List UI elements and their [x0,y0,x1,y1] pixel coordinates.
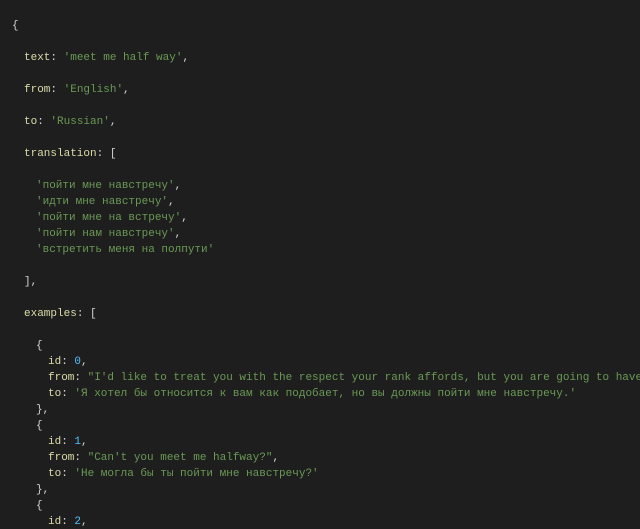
code-line: }, [0,402,640,418]
code-line: id: 2, [0,514,640,529]
object-key: to [48,388,61,400]
string-value: "I'd like to treat you with the respect … [88,372,640,384]
code-line: from: 'English', [0,82,640,98]
code-line: to: 'Russian', [0,114,640,130]
code-line: ], [0,274,640,290]
code-line: to: 'Я хотел бы относится к вам как подо… [0,386,640,402]
code-line: { [0,418,640,434]
code-line: examples: [ [0,306,640,322]
string-value: 'идти мне навстречу' [36,196,168,208]
object-key: from [48,372,74,384]
code-line: 'пойти нам навстречу', [0,226,640,242]
string-value: 'English' [64,84,123,96]
code-line: 'идти мне навстречу', [0,194,640,210]
code-line: 'пойти мне навстречу', [0,178,640,194]
code-line: { [0,18,640,34]
object-key: from [24,84,50,96]
code-line: }, [0,482,640,498]
string-value: 'meet me half way' [64,52,183,64]
string-value: 'пойти нам навстречу' [36,228,175,240]
object-key: translation [24,148,97,160]
code-line: to: 'Не могла бы ты пойти мне навстречу?… [0,466,640,482]
code-editor[interactable]: { text: 'meet me half way', from: 'Engli… [0,0,640,529]
string-value: 'Не могла бы ты пойти мне навстречу?' [74,468,318,480]
string-value: 'встретить меня на полпути' [36,244,214,256]
object-key: from [48,452,74,464]
object-key: examples [24,308,77,320]
code-line: translation: [ [0,146,640,162]
object-key: id [48,356,61,368]
object-key: to [24,116,37,128]
object-key: to [48,468,61,480]
code-line: 'встретить меня на полпути' [0,242,640,258]
string-value: 'пойти мне навстречу' [36,180,175,192]
code-line: { [0,338,640,354]
string-value: 'Я хотел бы относится к вам как подобает… [74,388,576,400]
code-line: text: 'meet me half way', [0,50,640,66]
string-value: "Can't you meet me halfway?" [88,452,273,464]
object-key: id [48,436,61,448]
object-key: text [24,52,50,64]
string-value: 'пойти мне на встречу' [36,212,181,224]
object-key: id [48,516,61,528]
code-line: { [0,498,640,514]
code-line: id: 0, [0,354,640,370]
code-line: 'пойти мне на встречу', [0,210,640,226]
code-line: from: "I'd like to treat you with the re… [0,370,640,386]
code-line: id: 1, [0,434,640,450]
code-line: from: "Can't you meet me halfway?", [0,450,640,466]
string-value: 'Russian' [50,116,109,128]
